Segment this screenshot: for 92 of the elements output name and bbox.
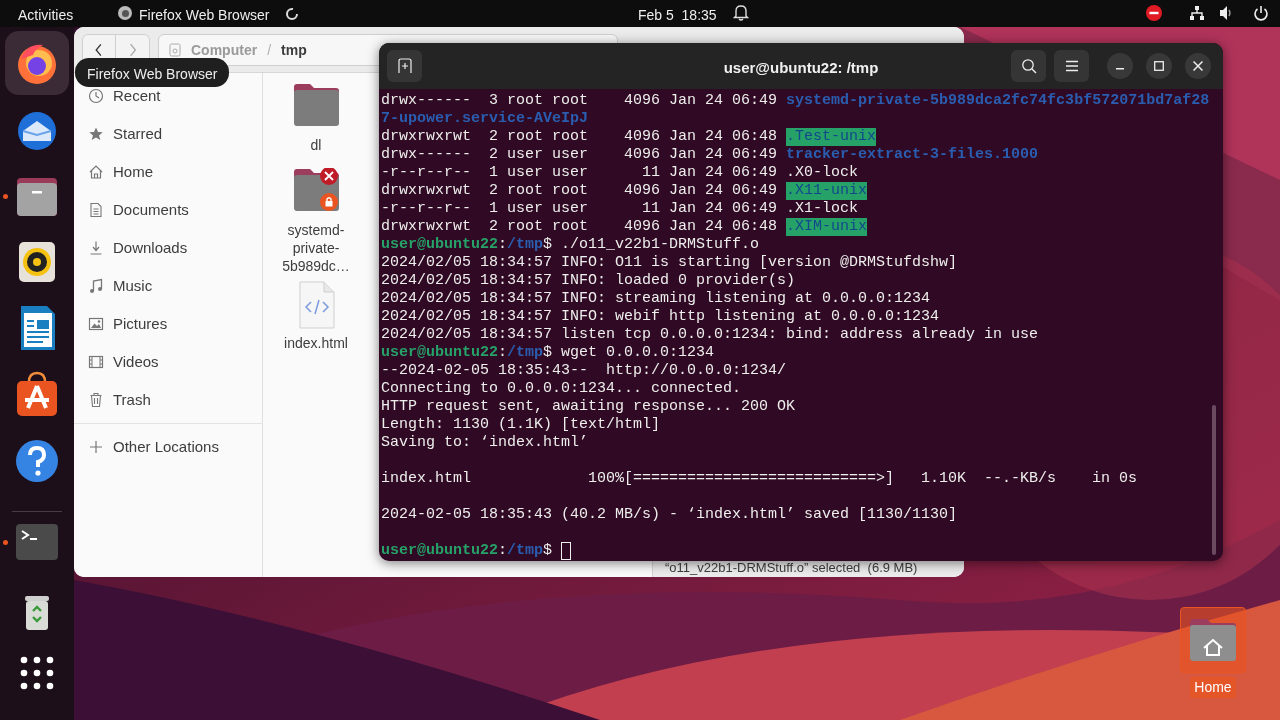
terminal-text: 2024/02/05 18:34:57 INFO: loaded 0 provider(s) — [381, 272, 796, 290]
desktop-icon-label[interactable]: Home — [1190, 677, 1236, 698]
document-icon — [88, 202, 104, 218]
terminal-text: index.html 100%[===========================>] 1.10K --.-KB/s in 0s — [381, 470, 1138, 488]
terminal-text: drwxrwxrwt 2 root root 4096 Jan 24 06:48 — [381, 218, 779, 236]
prompt-user: user@ubuntu22 — [381, 344, 499, 362]
sidebar-item[interactable]: Home — [74, 153, 263, 191]
drive-icon — [169, 43, 181, 57]
prompt-user: user@ubuntu22 — [381, 542, 499, 560]
spinner-icon — [285, 7, 299, 21]
sidebar-item[interactable]: Documents — [74, 191, 263, 229]
terminal-text: : — [498, 542, 508, 560]
terminal-text: $ — [543, 542, 554, 560]
sidebar-item[interactable]: Music — [74, 267, 263, 305]
sidebar-item[interactable]: Pictures — [74, 305, 263, 343]
terminal-text: 2024/02/05 18:34:57 INFO: streaming listening at 0.0.0.0:1234 — [381, 290, 931, 308]
terminal-text: Connecting to 0.0.0.0:1234... connected. — [381, 380, 742, 398]
text-cursor — [561, 542, 572, 560]
bell-icon — [733, 4, 749, 21]
path-separator: / — [267, 40, 271, 60]
terminal-text: drwx------ 2 user user 4096 Jan 24 06:49 — [381, 146, 779, 164]
directory-name: 7-upower.service-AVeIpJ — [381, 110, 589, 128]
search-button[interactable] — [1011, 50, 1046, 82]
do-not-disturb-icon[interactable] — [1146, 5, 1162, 21]
home-folder-icon[interactable] — [1187, 616, 1239, 664]
tooltip: Firefox Web Browser — [75, 58, 230, 87]
close-icon — [1193, 61, 1203, 71]
sidebar-item[interactable]: Starred — [74, 115, 263, 153]
image-icon — [88, 316, 104, 332]
terminal-text: 2024/02/05 18:34:57 INFO: O11 is starting [version @DRMStufdshw] — [381, 254, 958, 272]
path-segment[interactable]: tmp — [281, 39, 307, 61]
minimize-button[interactable] — [1107, 53, 1133, 79]
plus-icon — [88, 439, 104, 455]
terminal-text: $ ./o11_v22b1-DRMStuff.o — [543, 236, 760, 254]
directory-name: systemd-private-5b989dca2fc74fc3bf572071bd7af28 — [786, 92, 1210, 110]
menu-button[interactable] — [1054, 50, 1089, 82]
clock[interactable]: Feb 5 18:35 — [638, 5, 717, 26]
directory-name: .X11-unix — [786, 182, 868, 200]
network-icon[interactable] — [1189, 5, 1205, 21]
terminal-text: Length: 1130 (1.1K) [text/html] — [381, 416, 661, 434]
terminal-text: 2024/02/05 18:34:57 listen tcp 0.0.0.0:1234: bind: address already in use — [381, 326, 1039, 344]
scrollbar[interactable] — [1212, 405, 1216, 555]
file-name: index.html — [283, 334, 349, 352]
prompt-path: /tmp — [507, 236, 544, 254]
minimize-icon — [1116, 68, 1124, 70]
terminal-text: --2024-02-05 18:35:43-- http://0.0.0.0:1234/ — [381, 362, 787, 380]
home-icon — [88, 164, 104, 180]
terminal-text: : — [498, 236, 508, 254]
prompt-user: user@ubuntu22 — [381, 236, 499, 254]
terminal-text: drwxrwxrwt 2 root root 4096 Jan 24 06:48 — [381, 128, 779, 146]
file-item[interactable]: systemd-private-5b989dc… — [271, 168, 361, 275]
prompt-path: /tmp — [507, 344, 544, 362]
download-icon — [88, 240, 104, 256]
sidebar-item[interactable]: Other Locations — [74, 428, 263, 466]
power-icon[interactable] — [1253, 5, 1269, 21]
terminal-text: -r--r--r-- 1 user user 11 Jan 24 06:49 .X1-lock — [381, 200, 859, 218]
music-note-icon — [88, 278, 104, 294]
help-icon[interactable] — [13, 437, 61, 485]
terminal-text: $ wget 0.0.0.0:1234 — [543, 344, 715, 362]
maximize-icon — [1154, 61, 1164, 71]
new-tab-button[interactable] — [387, 50, 422, 82]
terminal-text: : — [498, 344, 508, 362]
clock-icon — [88, 88, 104, 104]
sidebar-item[interactable]: Downloads — [74, 229, 263, 267]
file-name: dl — [309, 136, 323, 154]
terminal-text: Saving to: ‘index.html’ — [381, 434, 589, 452]
terminal-text: -r--r--r-- 1 user user 11 Jan 24 06:49 .X0-lock — [381, 164, 859, 182]
app-menu[interactable]: Firefox Web Browser — [139, 5, 270, 26]
close-button[interactable] — [1185, 53, 1211, 79]
activities-button[interactable]: Activities — [18, 5, 74, 26]
terminal-text: 2024-02-05 18:35:43 (40.2 MB/s) - ‘index.html’ saved [1130/1130] — [381, 506, 958, 524]
directory-name: .Test-unix — [786, 128, 877, 146]
maximize-button[interactable] — [1146, 53, 1172, 79]
menu-icon — [1064, 60, 1079, 72]
file-item[interactable]: index.html — [271, 281, 361, 352]
directory-name: .XIM-unix — [786, 218, 868, 236]
file-item[interactable]: dl — [271, 83, 361, 154]
terminal-text: HTTP request sent, awaiting response... 200 OK — [381, 398, 796, 416]
directory-name: tracker-extract-3-files.1000 — [786, 146, 1039, 164]
search-icon — [1020, 58, 1037, 74]
window-title: user@ubuntu22: /tmp — [722, 58, 880, 78]
file-name: systemd-private-5b989dc… — [281, 221, 351, 275]
terminal-text: 2024/02/05 18:34:57 INFO: webif http listening at 0.0.0.0:1234 — [381, 308, 940, 326]
sidebar-item[interactable]: Videos — [74, 343, 263, 381]
new-tab-icon — [396, 58, 413, 74]
film-icon — [88, 354, 104, 370]
prompt-path: /tmp — [507, 542, 544, 560]
trash-icon — [88, 392, 104, 408]
terminal-text: drwx------ 3 root root 4096 Jan 24 06:49 — [381, 92, 779, 110]
star-icon — [88, 126, 104, 142]
sidebar-item[interactable]: Trash — [74, 381, 263, 419]
terminal-text: drwxrwxrwt 2 root root 4096 Jan 24 06:49 — [381, 182, 779, 200]
